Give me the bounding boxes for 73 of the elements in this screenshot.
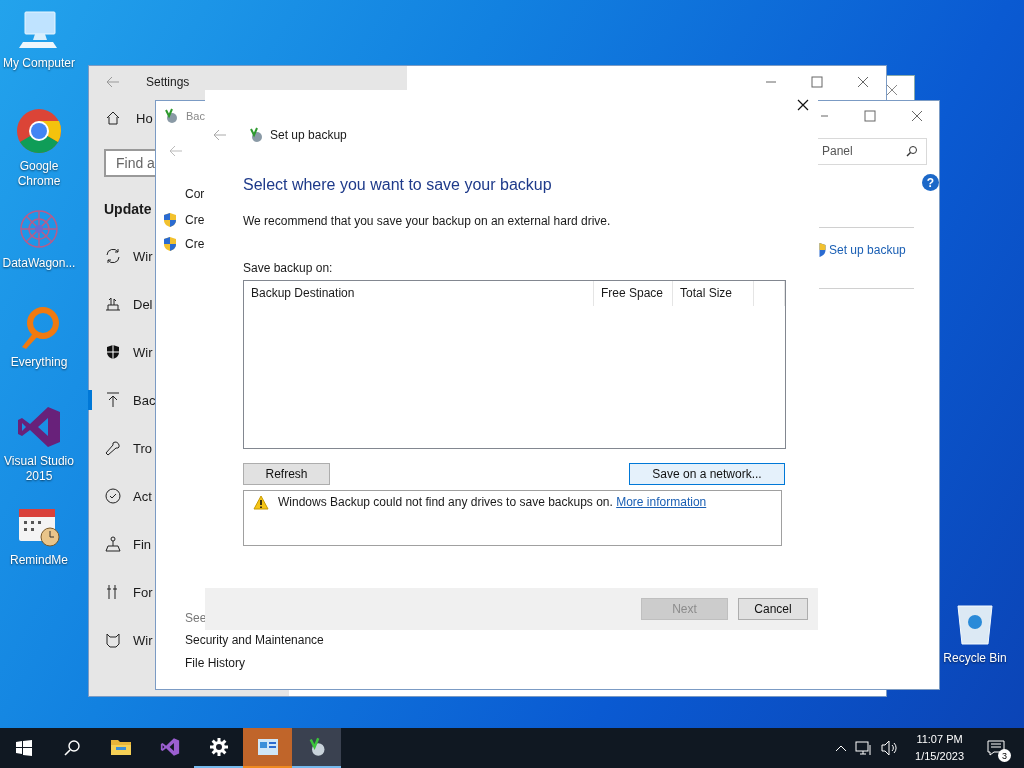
clock[interactable]: 11:07 PM 1/15/2023: [915, 731, 964, 765]
notification-count: 3: [998, 749, 1011, 762]
network-icon[interactable]: [855, 740, 874, 756]
window-title: Settings: [146, 75, 190, 89]
upload-arrow-icon: [105, 392, 121, 408]
folder-icon: [109, 738, 132, 756]
nav-item[interactable]: Wir: [133, 632, 153, 648]
destination-list[interactable]: Backup Destination Free Space Total Size: [243, 280, 786, 449]
list-label: Save backup on:: [243, 261, 334, 275]
nav-item[interactable]: Tro: [133, 440, 153, 456]
warning-message: Windows Backup could not find any drives to save backups on. More information: [278, 495, 707, 509]
search-icon[interactable]: [906, 145, 918, 157]
maximize-icon[interactable]: [864, 110, 876, 122]
column-header[interactable]: Total Size: [673, 281, 754, 306]
nav-item[interactable]: Ho: [136, 110, 153, 126]
chevron-up-icon[interactable]: [835, 744, 848, 752]
cancel-button[interactable]: Cancel: [738, 598, 808, 620]
nav-item[interactable]: Act: [133, 488, 152, 504]
task-link[interactable]: Cre: [185, 213, 205, 227]
shield-icon: [163, 236, 177, 252]
backup-app-button[interactable]: [292, 728, 341, 768]
dialog-heading: Select where you want to save your backup: [243, 175, 553, 195]
see-also-link[interactable]: File History: [185, 652, 363, 675]
chrome-icon[interactable]: [15, 107, 63, 155]
nav-item[interactable]: Fin: [133, 536, 152, 552]
see-also-heading: See: [185, 611, 208, 627]
desktop-icon-label[interactable]: Recycle Bin: [937, 651, 1013, 666]
dialog-title: Set up backup: [270, 128, 347, 142]
nav-item[interactable]: For: [133, 584, 153, 600]
refresh-button[interactable]: Refresh: [243, 463, 330, 485]
home-icon: [105, 110, 121, 126]
nav-item[interactable]: Wir: [133, 344, 153, 360]
task-link[interactable]: Cre: [185, 237, 205, 251]
gear-icon: [208, 737, 229, 757]
help-icon[interactable]: ?: [922, 174, 939, 191]
shield-icon: [105, 344, 121, 360]
backup-icon: [163, 108, 179, 124]
back-arrow-icon[interactable]: [106, 76, 120, 88]
maximize-icon[interactable]: [811, 76, 823, 88]
notifications-button[interactable]: 3: [980, 732, 1012, 764]
nav-item[interactable]: Bac: [133, 392, 156, 408]
shield-icon: [819, 242, 827, 258]
search-icon[interactable]: [64, 740, 80, 756]
close-icon[interactable]: [797, 99, 809, 111]
intro-text: We recommend that you save your backup on an external hard drive.: [243, 214, 612, 228]
person-pin-icon: [105, 536, 121, 552]
network-button[interactable]: Save on a network...: [629, 463, 785, 485]
infinity-logo-icon[interactable]: [16, 404, 62, 450]
column-header[interactable]: Free Space: [594, 281, 673, 306]
backup-icon: [248, 127, 264, 143]
start-icon[interactable]: [16, 740, 32, 756]
infinity-logo-icon: [159, 737, 180, 757]
shield-icon: [163, 212, 177, 228]
search-field[interactable]: Panel: [817, 137, 927, 165]
nav-item[interactable]: Wir: [133, 248, 153, 264]
sync-icon: [105, 248, 121, 264]
see-also-link[interactable]: Security and Maintenance: [185, 629, 363, 652]
nav-item[interactable]: Del: [133, 296, 153, 312]
wrench-icon: [105, 440, 121, 456]
volume-icon[interactable]: [881, 740, 900, 756]
setup-backup-link[interactable]: Set up backup: [829, 243, 906, 257]
section-heading: Update: [104, 201, 152, 219]
check-circle-icon: [105, 488, 121, 504]
back-arrow-icon[interactable]: [213, 129, 227, 141]
window-title: Bac: [186, 110, 205, 122]
desktop-icon-label[interactable]: Visual Studio 2015: [1, 454, 77, 484]
warning-icon: [253, 495, 269, 510]
tray-upload-icon: [105, 296, 121, 312]
panel-icon: [256, 738, 279, 756]
column-header[interactable]: Backup Destination: [244, 281, 594, 306]
recycle-bin-icon[interactable]: [955, 602, 995, 646]
more-information-link[interactable]: More information: [616, 495, 707, 509]
desktop-icon-label[interactable]: RemindMe: [1, 553, 77, 568]
